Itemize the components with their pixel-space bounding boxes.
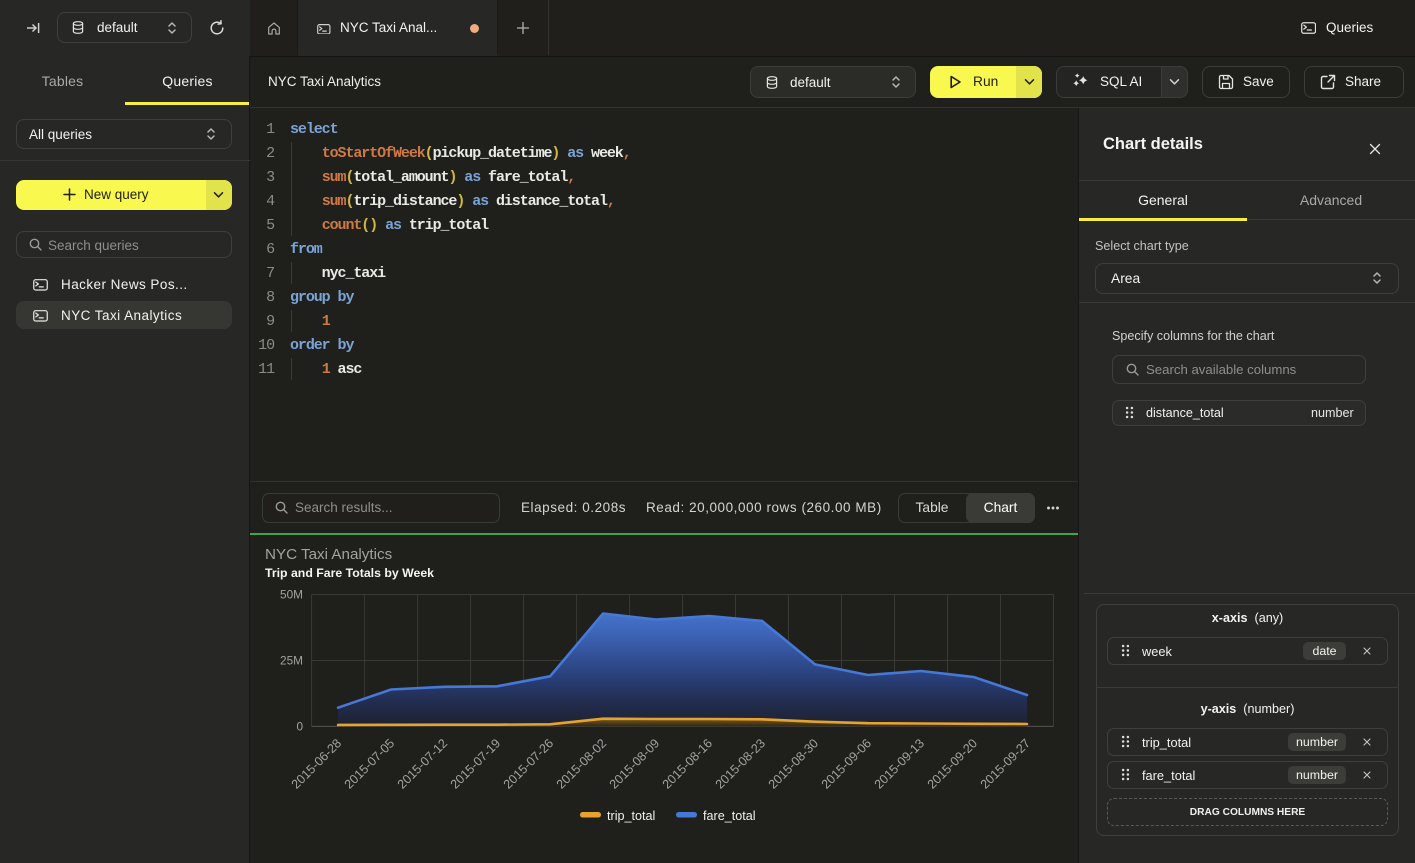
svg-text:2015-09-20: 2015-09-20: [925, 736, 980, 791]
svg-text:2015-08-16: 2015-08-16: [660, 736, 715, 791]
svg-text:2015-07-26: 2015-07-26: [501, 736, 556, 791]
svg-text:2015-08-30: 2015-08-30: [766, 736, 821, 791]
svg-text:2015-07-12: 2015-07-12: [395, 736, 450, 791]
svg-text:2015-08-09: 2015-08-09: [607, 736, 662, 791]
svg-text:25M: 25M: [280, 653, 303, 667]
svg-text:2015-09-06: 2015-09-06: [819, 736, 874, 791]
svg-text:2015-09-27: 2015-09-27: [978, 736, 1033, 791]
svg-text:2015-09-13: 2015-09-13: [872, 736, 927, 791]
svg-text:0: 0: [296, 719, 303, 733]
svg-text:trip_total: trip_total: [607, 809, 655, 823]
svg-text:2015-08-23: 2015-08-23: [713, 736, 768, 791]
svg-text:50M: 50M: [280, 587, 303, 601]
svg-text:fare_total: fare_total: [703, 809, 756, 823]
svg-text:2015-08-02: 2015-08-02: [554, 736, 609, 791]
svg-text:2015-06-28: 2015-06-28: [289, 736, 344, 791]
svg-text:2015-07-19: 2015-07-19: [448, 736, 503, 791]
svg-text:2015-07-05: 2015-07-05: [342, 736, 397, 791]
